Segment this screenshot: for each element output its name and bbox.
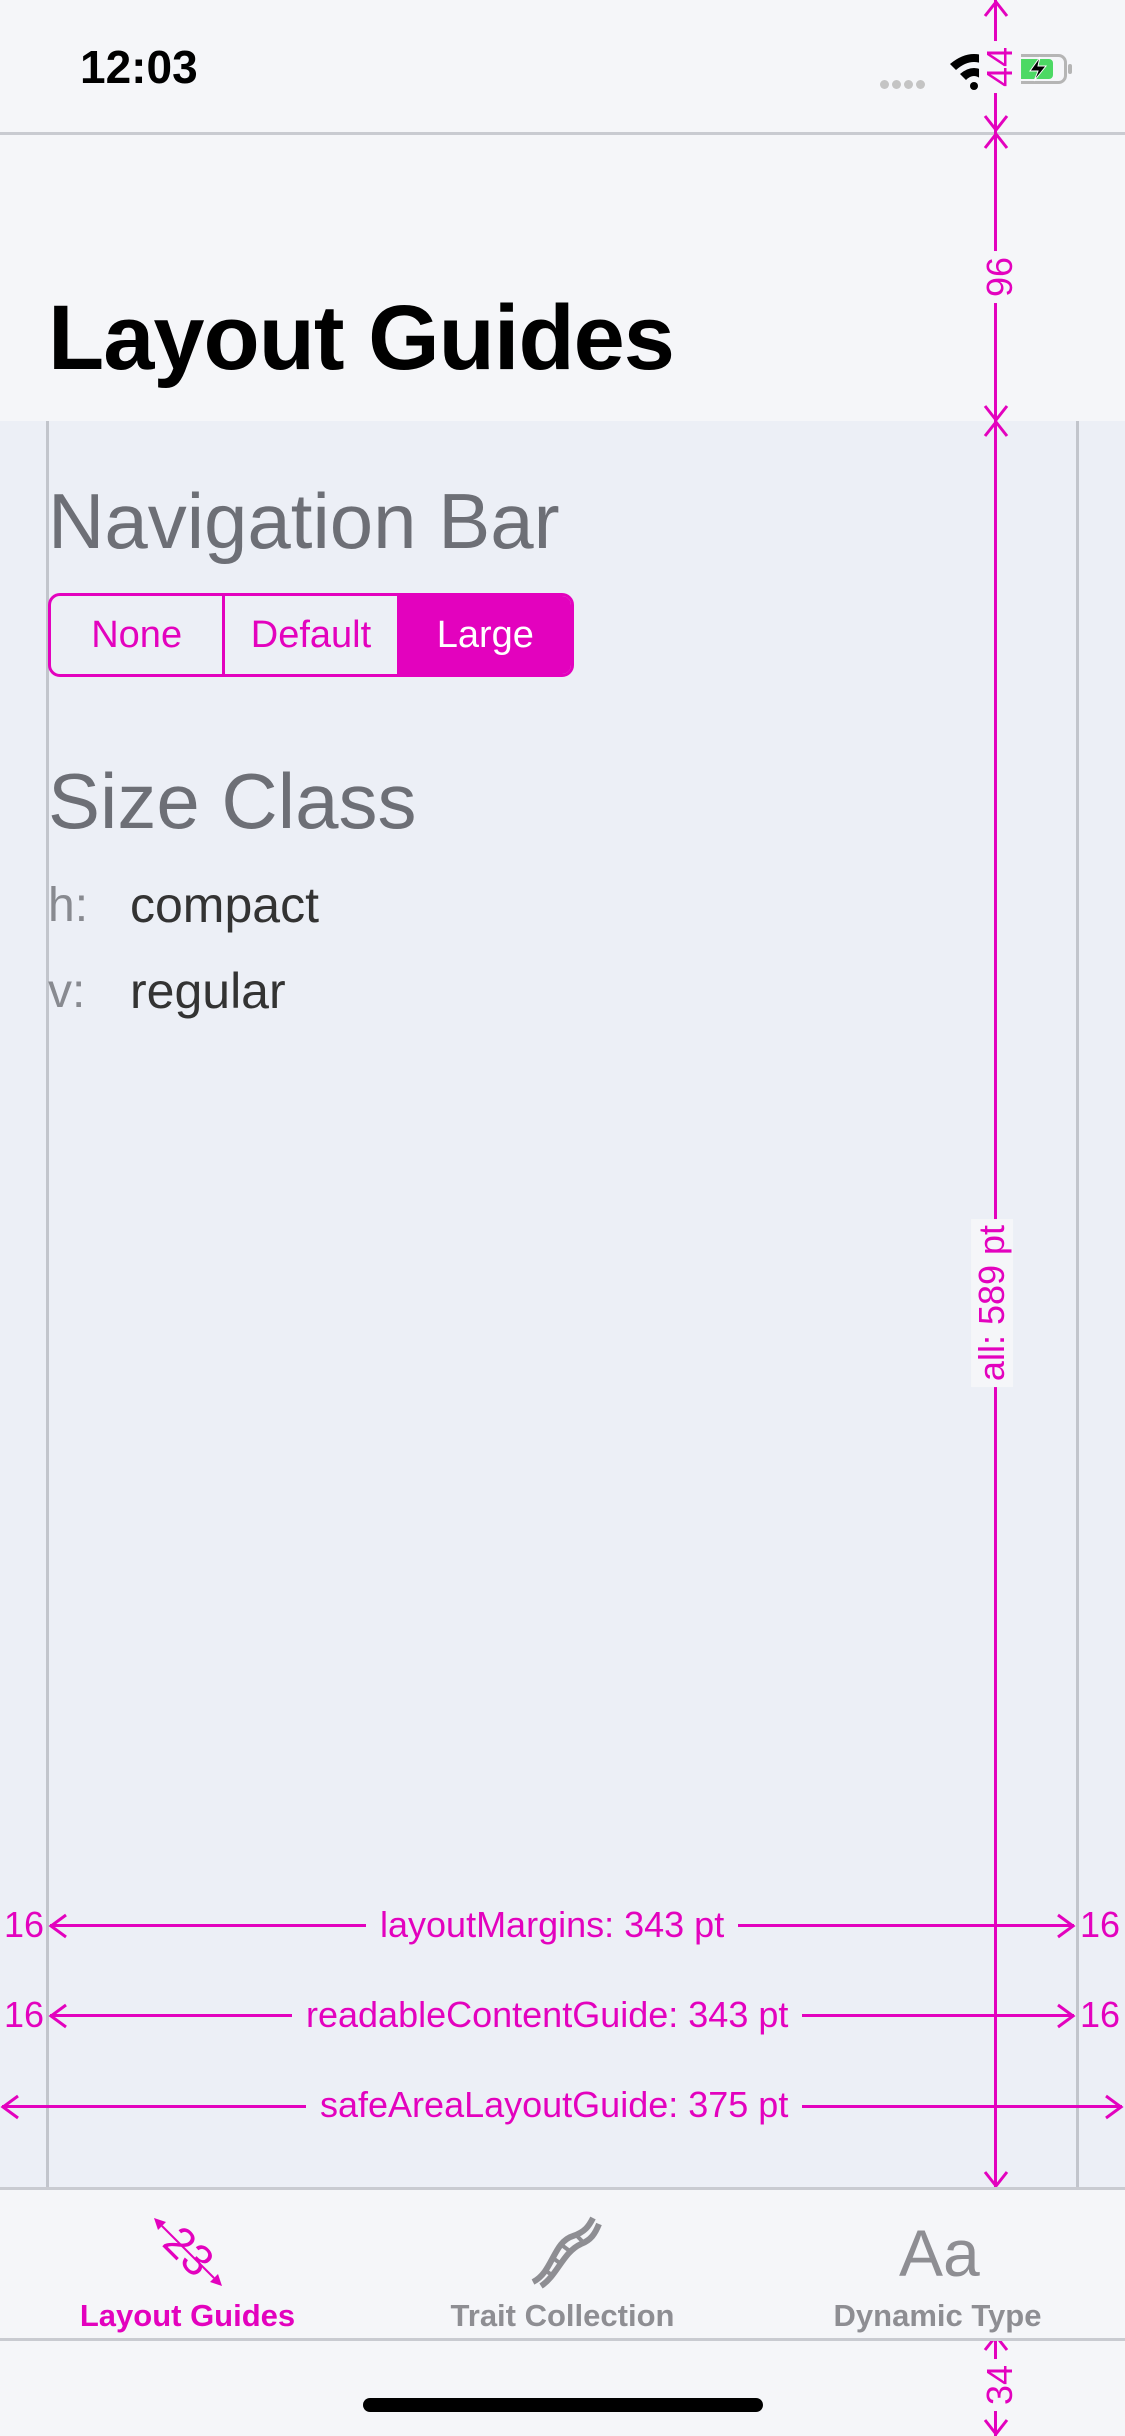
readable-content-guide-label: readableContentGuide: 343 pt bbox=[292, 1994, 803, 2036]
dna-icon bbox=[530, 2216, 602, 2289]
status-bar-height-label: 44 bbox=[979, 40, 1022, 94]
tab-dynamic-type[interactable]: Aa Dynamic Type bbox=[750, 2190, 1125, 2338]
horizontal-size-class-value: compact bbox=[130, 877, 319, 933]
status-time: 12:03 bbox=[80, 41, 198, 93]
tab-trait-collection[interactable]: Trait Collection bbox=[375, 2190, 750, 2338]
vertical-size-class-label: v: bbox=[48, 965, 86, 1018]
page-title: Layout Guides bbox=[48, 287, 675, 389]
navigation-bar-section-title: Navigation Bar bbox=[48, 477, 560, 565]
bottom-inset-label: 34 bbox=[979, 2358, 1022, 2412]
segment-none[interactable]: None bbox=[51, 596, 226, 674]
tab-bar: 23 Layout Guides Trait Collection Aa Dyn… bbox=[0, 2187, 1125, 2341]
size-class-section-title: Size Class bbox=[48, 757, 417, 845]
svg-text:Aa: Aa bbox=[899, 2216, 980, 2290]
home-indicator[interactable] bbox=[363, 2398, 763, 2412]
arrow-left-icon bbox=[0, 2094, 19, 2120]
left-margin-inset: 16 bbox=[4, 1904, 45, 1945]
arrow-right-icon bbox=[1057, 1913, 1076, 1939]
navigation-bar-style-segmented-control[interactable]: None Default Large bbox=[48, 593, 574, 677]
safe-area-guide-label: safeAreaLayoutGuide: 375 pt bbox=[306, 2084, 803, 2126]
arrow-left-icon bbox=[48, 2003, 67, 2029]
arrow-right-icon bbox=[1057, 2003, 1076, 2029]
tab-label: Layout Guides bbox=[79, 2298, 296, 2333]
left-readable-inset: 16 bbox=[4, 1994, 45, 2035]
segment-large[interactable]: Large bbox=[399, 596, 571, 674]
nav-bar-height-label: 96 bbox=[979, 250, 1022, 304]
segment-default[interactable]: Default bbox=[225, 596, 400, 674]
layout-margins-label: layoutMargins: 343 pt bbox=[366, 1904, 739, 1946]
cellular-signal-icon bbox=[880, 76, 934, 89]
vertical-size-class-value: regular bbox=[130, 963, 286, 1019]
ruler-measure-icon: 23 bbox=[153, 2217, 222, 2286]
arrow-left-icon bbox=[48, 1913, 67, 1939]
right-layout-margin-line bbox=[1076, 421, 1079, 2187]
tab-layout-guides[interactable]: 23 Layout Guides bbox=[0, 2190, 375, 2338]
all-height-label: all: 589 pt bbox=[971, 1218, 1014, 1388]
text-size-icon: Aa bbox=[899, 2216, 980, 2290]
tab-label: Dynamic Type bbox=[833, 2298, 1042, 2333]
tab-label: Trait Collection bbox=[450, 2298, 675, 2333]
right-readable-inset: 16 bbox=[1080, 1994, 1121, 2035]
arrow-right-icon bbox=[1105, 2094, 1124, 2120]
horizontal-size-class-label: h: bbox=[48, 879, 89, 932]
right-margin-inset: 16 bbox=[1080, 1904, 1121, 1945]
